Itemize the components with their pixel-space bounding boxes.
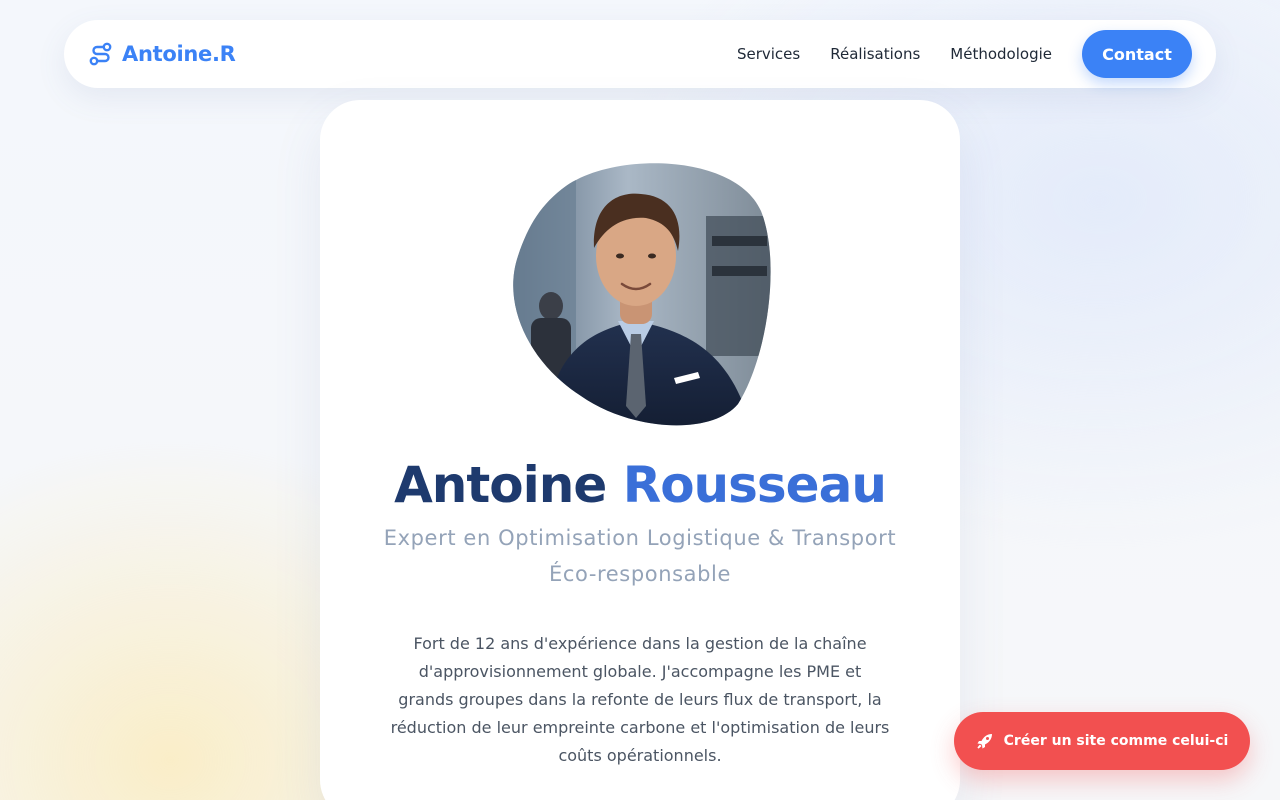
main-nav: Services Réalisations Méthodologie Conta… <box>737 30 1192 78</box>
hero-name: Antoine Rousseau <box>320 455 960 515</box>
route-icon <box>88 41 114 67</box>
nav-link-services[interactable]: Services <box>737 45 800 63</box>
hero-bio: Fort de 12 ans d'expérience dans la gest… <box>390 634 890 765</box>
rocket-icon <box>976 732 994 750</box>
create-site-button[interactable]: Créer un site comme celui-ci <box>954 712 1250 770</box>
create-site-label: Créer un site comme celui-ci <box>1003 733 1229 749</box>
nav-link-realisations[interactable]: Réalisations <box>830 45 920 63</box>
hero-subtitle: Expert en Optimisation Logistique & Tran… <box>383 526 897 586</box>
navbar: Antoine.R Services Réalisations Méthodol… <box>64 20 1216 88</box>
contact-button[interactable]: Contact <box>1082 30 1192 78</box>
hero-card: Antoine Rousseau Expert en Optimisation … <box>320 100 960 800</box>
hero-first-name: Antoine <box>394 456 607 514</box>
avatar <box>506 156 776 428</box>
hero-last-name: Rousseau <box>622 456 887 514</box>
brand-logo[interactable]: Antoine.R <box>88 41 236 67</box>
brand-name: Antoine.R <box>122 42 236 66</box>
nav-link-methodologie[interactable]: Méthodologie <box>950 45 1052 63</box>
